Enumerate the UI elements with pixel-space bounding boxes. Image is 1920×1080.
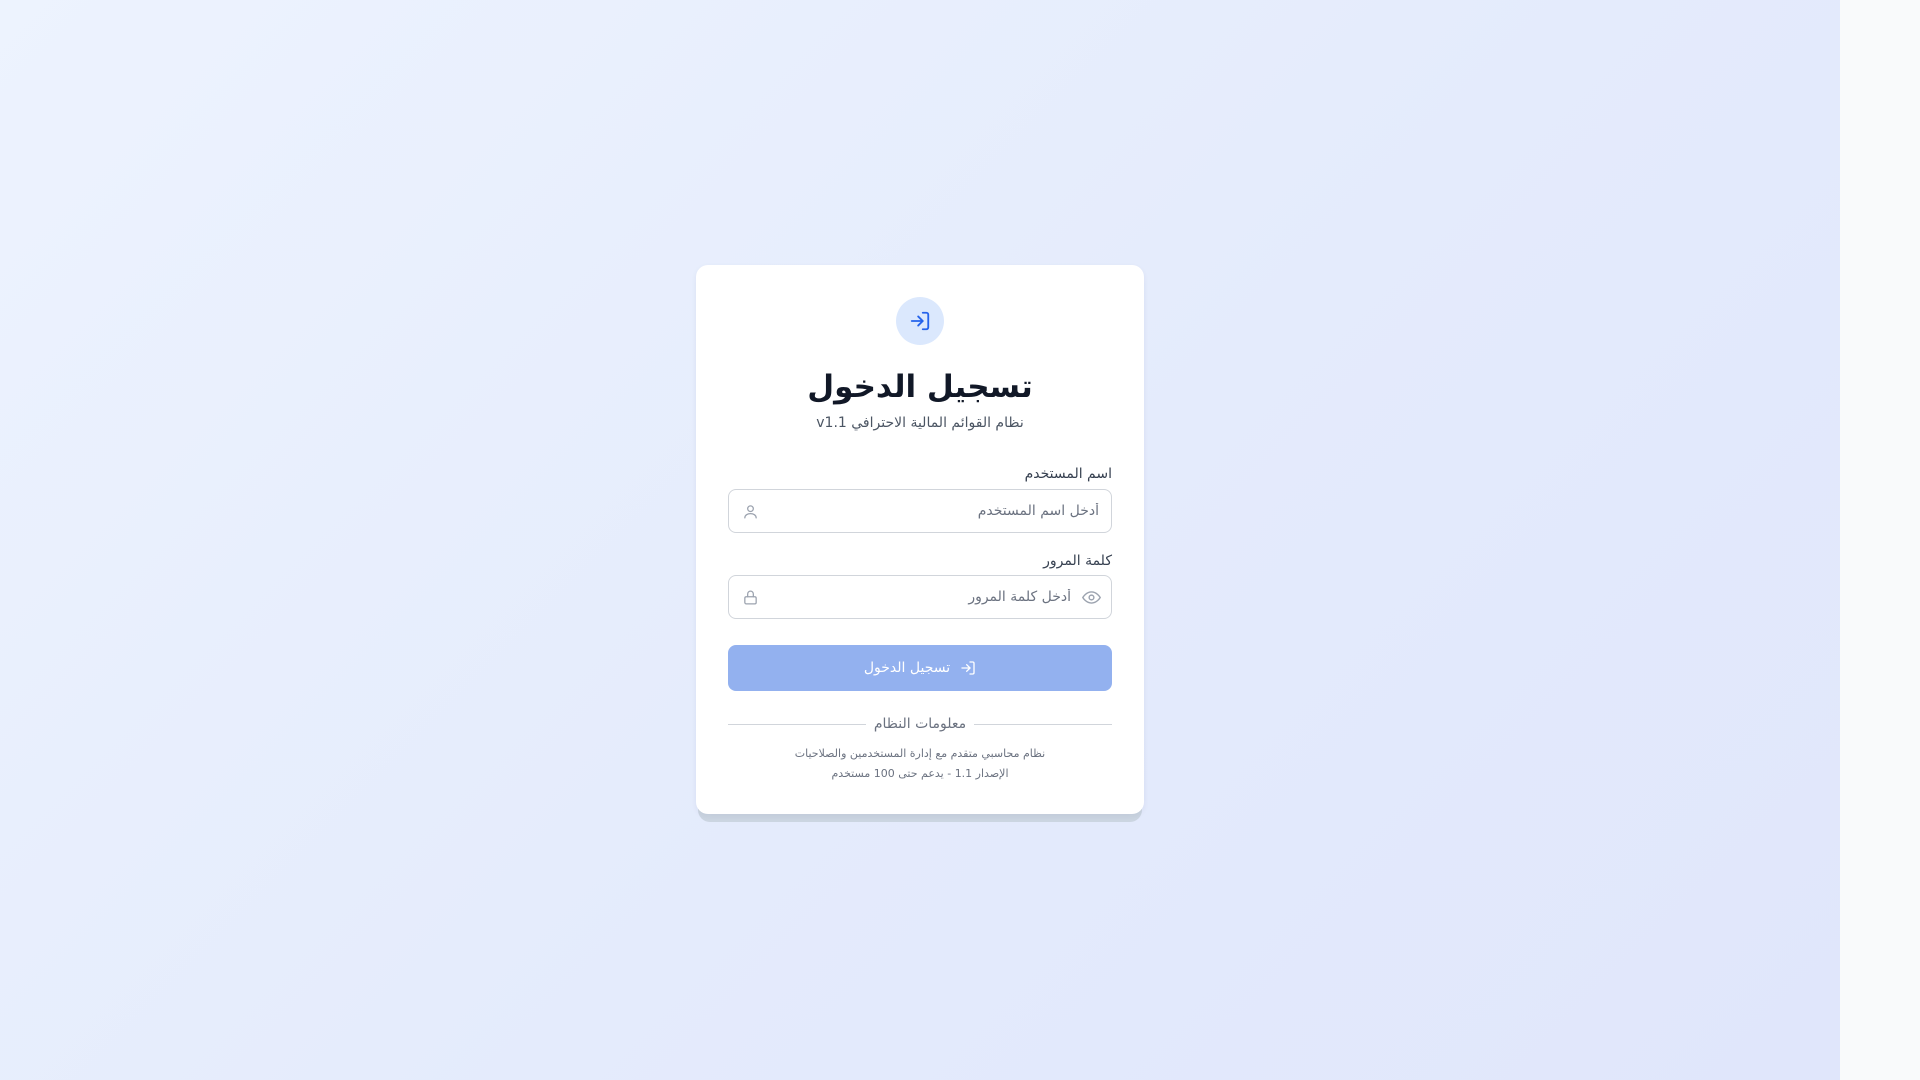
login-card: تسجيل الدخول نظام القوائم المالية الاحتر… — [696, 265, 1144, 814]
login-button-label: تسجيل الدخول — [863, 660, 951, 676]
password-label: كلمة المرور — [1043, 553, 1112, 569]
lock-icon — [741, 588, 759, 606]
divider-line-left — [728, 723, 866, 725]
username-field-wrapper — [728, 489, 1112, 533]
page-title: تسجيل الدخول — [807, 369, 1033, 405]
username-input[interactable] — [779, 490, 1099, 532]
divider-line-right — [974, 723, 1112, 725]
user-icon — [741, 502, 759, 520]
login-logo — [896, 297, 944, 345]
page-subtitle: نظام القوائم المالية الاحترافي v1.1 — [816, 415, 1024, 431]
system-info-description: نظام محاسبي متقدم مع إدارة المستخدمين وا… — [794, 747, 1046, 760]
system-info-version: الإصدار 1.1 - يدعم حتى 100 مستخدم — [831, 767, 1009, 780]
login-button-icon — [961, 661, 975, 675]
page-edge-strip — [1840, 0, 1920, 1080]
password-field-wrapper — [728, 575, 1112, 619]
system-info-heading: معلومات النظام — [873, 716, 967, 732]
password-input[interactable] — [781, 576, 1071, 618]
login-button[interactable]: تسجيل الدخول — [728, 645, 1112, 691]
login-icon — [910, 311, 930, 331]
username-label: اسم المستخدم — [1024, 466, 1112, 482]
system-info-divider: معلومات النظام — [728, 714, 1112, 734]
eye-icon[interactable] — [1081, 587, 1101, 607]
